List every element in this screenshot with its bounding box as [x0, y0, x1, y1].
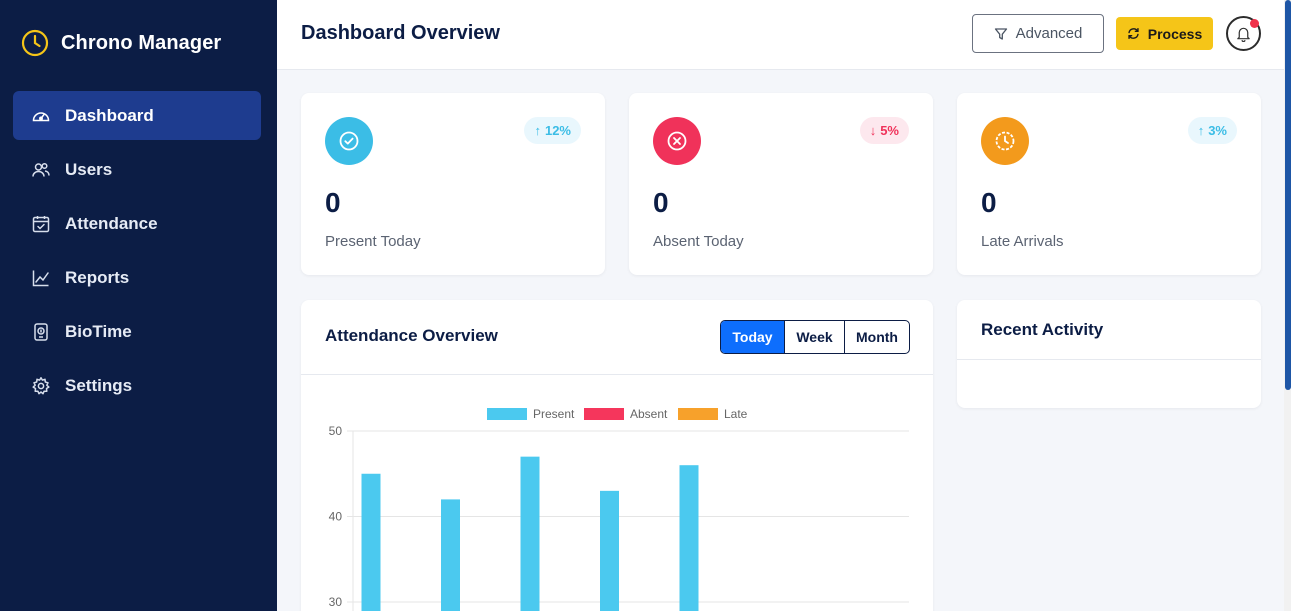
- attendance-bar-chart: Present Absent Late 50 40 30: [329, 407, 909, 611]
- trend-badge: ↑ 12%: [524, 117, 581, 144]
- bell-icon: [1237, 27, 1250, 42]
- legend-label: Absent: [630, 407, 668, 421]
- stat-value: 0: [981, 187, 997, 218]
- speedometer-icon: [32, 111, 50, 121]
- stat-card-absent: ↓ 5% 0 Absent Today: [629, 93, 933, 275]
- sidebar-item-users[interactable]: Users: [13, 145, 261, 194]
- y-tick-label: 50: [329, 424, 343, 438]
- notification-dot: [1250, 19, 1259, 28]
- trend-value: 3%: [1208, 123, 1227, 138]
- page-scrollbar[interactable]: [1284, 0, 1291, 611]
- sidebar-item-label: Users: [65, 159, 113, 179]
- sidebar-item-reports[interactable]: Reports: [13, 253, 261, 302]
- process-label: Process: [1147, 25, 1203, 42]
- sidebar-item-dashboard[interactable]: Dashboard: [13, 91, 261, 140]
- legend-swatch: [487, 408, 527, 420]
- bar-present: [679, 465, 699, 611]
- page-title: Dashboard Overview: [301, 22, 500, 44]
- refresh-icon: [1128, 27, 1139, 40]
- attendance-title: Attendance Overview: [325, 326, 498, 345]
- recent-activity-title: Recent Activity: [981, 320, 1104, 339]
- divider: [957, 359, 1261, 360]
- range-week-button[interactable]: Week: [784, 321, 844, 353]
- bar-present: [441, 499, 460, 611]
- y-tick-label: 30: [329, 595, 343, 609]
- range-month-button[interactable]: Month: [844, 321, 909, 353]
- advanced-label: Advanced: [1015, 25, 1083, 42]
- users-icon: [32, 162, 50, 177]
- attendance-overview-card: Attendance Overview Today Week Month Pre…: [301, 300, 933, 611]
- bar-present: [600, 490, 619, 611]
- sidebar-item-label: Reports: [65, 267, 130, 287]
- clock-logo-icon: [21, 29, 49, 57]
- legend-label: Present: [533, 407, 575, 421]
- stat-label: Late Arrivals: [981, 233, 1064, 250]
- bar-present: [520, 456, 540, 611]
- legend-swatch: [584, 408, 624, 420]
- advanced-filter-button[interactable]: Advanced: [972, 14, 1104, 53]
- scrollbar-thumb[interactable]: [1285, 0, 1291, 390]
- process-button[interactable]: Process: [1116, 17, 1213, 50]
- legend-swatch: [678, 408, 718, 420]
- arrow-up-icon: ↑: [534, 123, 541, 138]
- stat-value: 0: [653, 187, 669, 218]
- trend-value: 5%: [880, 123, 899, 138]
- app-title: Chrono Manager: [61, 31, 222, 54]
- check-circle-icon: [325, 117, 373, 165]
- clock-icon: [981, 117, 1029, 165]
- y-tick-label: 40: [329, 510, 343, 524]
- trend-badge: ↑ 3%: [1187, 117, 1237, 144]
- sidebar-item-biotime[interactable]: BioTime: [13, 307, 261, 356]
- range-toggle: Today Week Month: [720, 320, 910, 354]
- filter-icon: [994, 27, 1007, 40]
- legend-label: Late: [724, 407, 748, 421]
- sidebar-nav: Dashboard Users Attendance Reports BioTi…: [13, 91, 261, 415]
- range-today-button[interactable]: Today: [721, 321, 784, 353]
- sidebar-item-attendance[interactable]: Attendance: [13, 199, 261, 248]
- x-circle-icon: [653, 117, 701, 165]
- gear-icon: [32, 376, 50, 394]
- stat-label: Absent Today: [653, 233, 744, 250]
- calendar-check-icon: [32, 215, 50, 232]
- trend-badge: ↓ 5%: [859, 117, 909, 144]
- sidebar-item-label: BioTime: [65, 321, 132, 341]
- arrow-up-icon: ↑: [1197, 123, 1205, 138]
- sidebar-item-label: Settings: [65, 375, 133, 395]
- sidebar-item-settings[interactable]: Settings: [13, 361, 261, 410]
- notifications-button[interactable]: [1226, 16, 1261, 51]
- fingerprint-device-icon: [34, 322, 48, 341]
- arrow-down-icon: ↓: [869, 123, 877, 138]
- stat-value: 0: [325, 187, 341, 218]
- stat-card-present: ↑ 12% 0 Present Today: [301, 93, 605, 275]
- recent-activity-card: Recent Activity: [957, 300, 1261, 408]
- brand[interactable]: Chrono Manager: [21, 29, 221, 57]
- bar-present: [361, 473, 381, 611]
- sidebar-item-label: Dashboard: [65, 105, 154, 125]
- line-chart-icon: [32, 270, 49, 286]
- topbar: Dashboard Overview Advanced Process: [277, 0, 1284, 70]
- stat-card-late: ↑ 3% 0 Late Arrivals: [957, 93, 1261, 275]
- trend-value: 12%: [544, 123, 571, 138]
- sidebar: Chrono Manager Dashboard Users Attendanc…: [0, 0, 277, 611]
- sidebar-item-label: Attendance: [65, 213, 158, 233]
- stat-label: Present Today: [325, 233, 421, 250]
